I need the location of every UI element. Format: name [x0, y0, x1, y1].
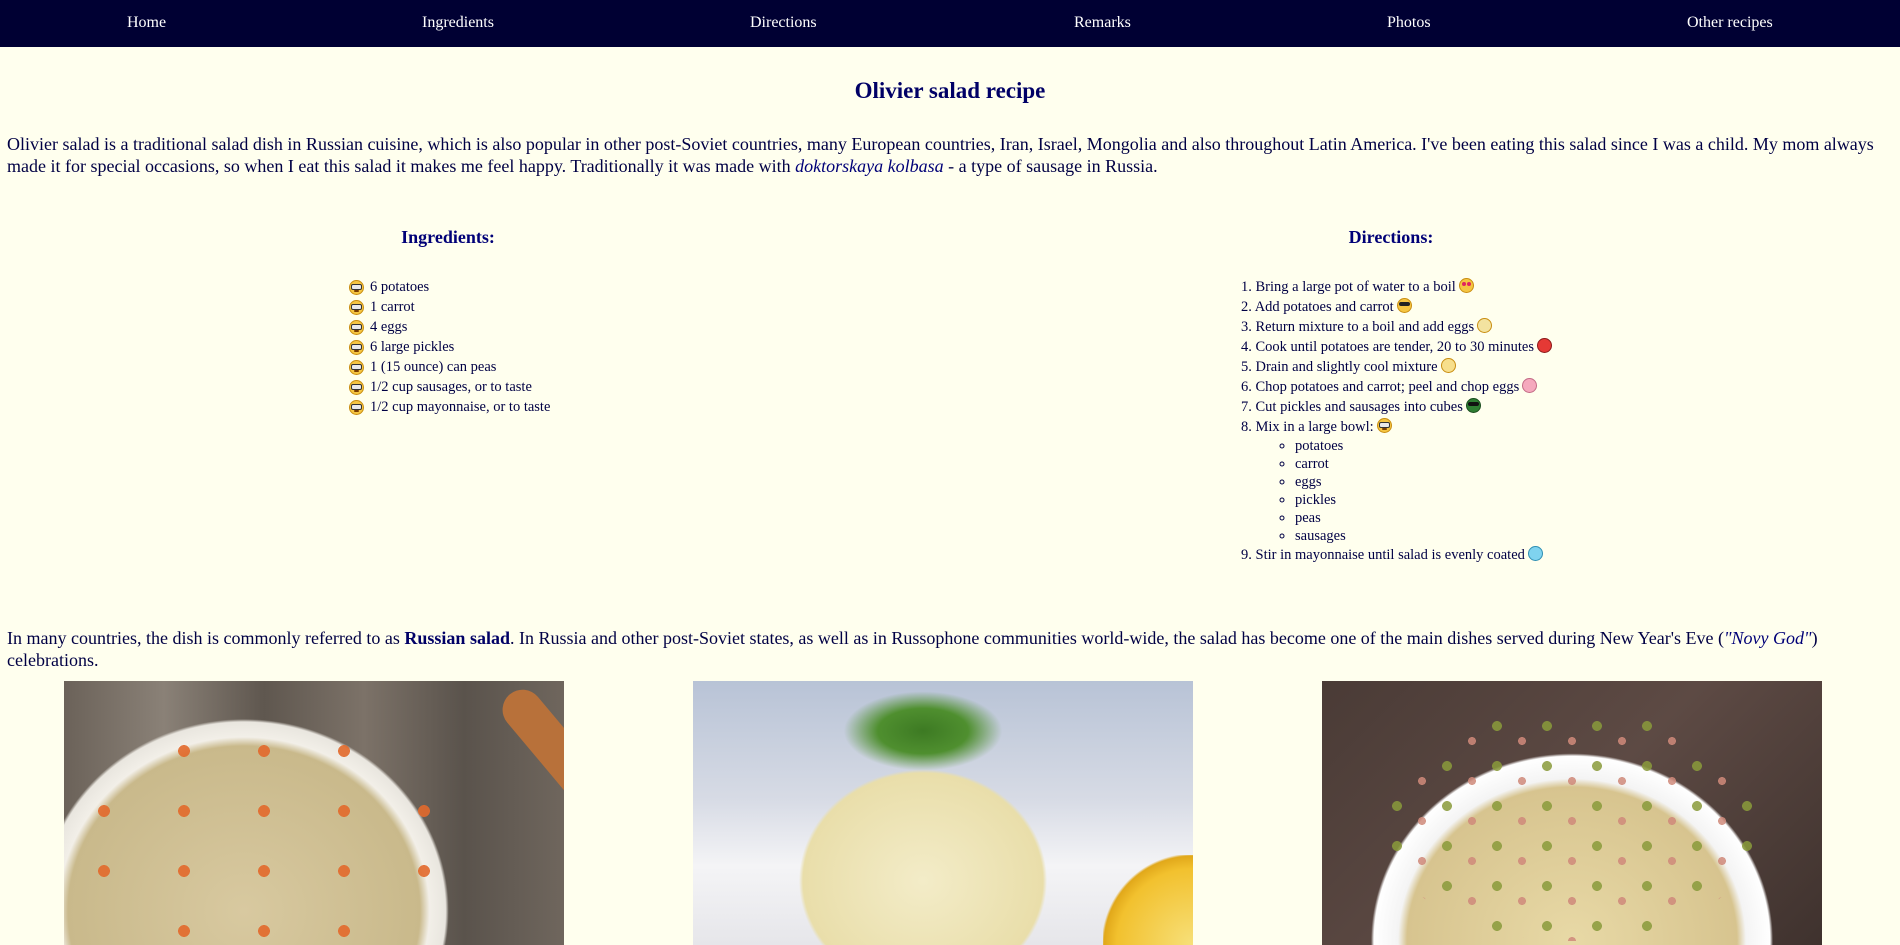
bowl-item: potatoes: [1295, 437, 1552, 455]
ingredient-text: 6 potatoes: [370, 279, 430, 295]
ingredient-text: 1 carrot: [370, 299, 415, 315]
ingredient-item: 1/2 cup mayonnaise, or to taste: [349, 397, 550, 417]
step-text: 5. Drain and slightly cool mixture: [1241, 359, 1438, 375]
salad-texture: [84, 721, 444, 945]
bowl-item: peas: [1295, 509, 1552, 527]
step-text: 3. Return mixture to a boil and add eggs: [1241, 319, 1475, 335]
dill-garnish: [843, 691, 1003, 771]
salad-peas-texture: [1382, 711, 1762, 941]
intro-paragraph: Olivier salad is a traditional salad dis…: [7, 133, 1897, 177]
salad-photo-plated: [693, 681, 1193, 945]
ingredient-item: 6 large pickles: [349, 337, 550, 357]
ingredient-item: 6 potatoes: [349, 277, 550, 297]
sunglasses-face-icon: [1396, 298, 1412, 313]
bowl-item: pickles: [1295, 491, 1552, 509]
step-text: 1. Bring a large pot of water to a boil: [1241, 279, 1456, 295]
nav-ingredients-link[interactable]: Ingredients: [422, 14, 494, 32]
nav-home-link[interactable]: Home: [127, 14, 166, 32]
remarks-text-middle: . In Russia and other post-Soviet states…: [509, 628, 1724, 648]
ingredient-item: 1/2 cup sausages, or to taste: [349, 377, 550, 397]
ingredients-list: 6 potatoes 1 carrot 4 eggs 6 large pickl…: [349, 277, 550, 417]
intro-text-end: - a type of sausage in Russia.: [943, 156, 1158, 176]
nav-remarks-link[interactable]: Remarks: [1074, 14, 1131, 32]
nav-other-recipes-link[interactable]: Other recipes: [1687, 14, 1773, 32]
direction-step: 3. Return mixture to a boil and add eggs: [1241, 317, 1552, 337]
bowl-item: sausages: [1295, 527, 1552, 545]
nerd-face-icon: [1376, 418, 1392, 433]
directions-heading: Directions:: [1348, 227, 1434, 247]
step-text: 2. Add potatoes and carrot: [1241, 299, 1394, 315]
nerd-face-icon: [349, 339, 364, 355]
wooden-spoon: [494, 681, 564, 861]
direction-step: 4. Cook until potatoes are tender, 20 to…: [1241, 337, 1552, 357]
pig-face-icon: [1522, 378, 1538, 393]
ingredient-item: 1 (15 ounce) can peas: [349, 357, 550, 377]
step-text: 8. Mix in a large bowl:: [1241, 419, 1374, 435]
step-text: 6. Chop potatoes and carrot; peel and ch…: [1241, 379, 1520, 395]
direction-step: 1. Bring a large pot of water to a boil: [1241, 277, 1552, 297]
ingredients-heading: Ingredients:: [401, 227, 495, 247]
dizzy-face-icon: [1440, 358, 1456, 373]
russian-salad-term: Russian salad: [404, 628, 510, 648]
ingredient-text: 6 large pickles: [370, 339, 455, 355]
nerd-face-icon: [349, 399, 364, 415]
nerd-face-icon: [349, 279, 364, 295]
bowl-items-list: potatoes carrot eggs pickles peas sausag…: [1241, 437, 1552, 545]
remarks-text-start: In many countries, the dish is commonly …: [7, 628, 405, 648]
salad-photo-bowl: [64, 681, 564, 945]
ingredient-item: 1 carrot: [349, 297, 550, 317]
step-text: 7. Cut pickles and sausages into cubes: [1241, 399, 1463, 415]
direction-step: 5. Drain and slightly cool mixture: [1241, 357, 1552, 377]
salad-photo-plate: [1322, 681, 1822, 945]
remarks-paragraph: In many countries, the dish is commonly …: [7, 627, 1897, 671]
nav-photos-link[interactable]: Photos: [1387, 14, 1431, 32]
heart-eyes-icon: [1458, 278, 1474, 293]
angry-devil-icon: [1537, 338, 1552, 353]
bowl-item: carrot: [1295, 455, 1552, 473]
lemon-slice: [1103, 855, 1193, 945]
directions-list: 1. Bring a large pot of water to a boil …: [1241, 277, 1552, 565]
ingredient-text: 4 eggs: [370, 319, 408, 335]
nerd-face-icon: [349, 359, 364, 375]
ingredient-text: 1 (15 ounce) can peas: [370, 359, 497, 375]
direction-step: 7. Cut pickles and sausages into cubes: [1241, 397, 1552, 417]
nerd-face-icon: [349, 379, 364, 395]
nerd-face-icon: [349, 299, 364, 315]
cold-face-icon: [1527, 546, 1543, 561]
page-title: Olivier salad recipe: [854, 78, 1046, 103]
ingredient-text: 1/2 cup mayonnaise, or to taste: [370, 399, 551, 415]
direction-step: 2. Add potatoes and carrot: [1241, 297, 1552, 317]
step-text: 9. Stir in mayonnaise until salad is eve…: [1241, 547, 1525, 563]
direction-step: 9. Stir in mayonnaise until salad is eve…: [1241, 545, 1552, 565]
nav-directions-link[interactable]: Directions: [750, 14, 817, 32]
direction-step: 6. Chop potatoes and carrot; peel and ch…: [1241, 377, 1552, 397]
ingredient-item: 4 eggs: [349, 317, 550, 337]
bowl-item: eggs: [1295, 473, 1552, 491]
step-text: 4. Cook until potatoes are tender, 20 to…: [1241, 339, 1534, 355]
ingredient-text: 1/2 cup sausages, or to taste: [370, 379, 532, 395]
top-navigation: Home Ingredients Directions Remarks Phot…: [0, 0, 1900, 47]
direction-step: 8. Mix in a large bowl: potatoes carrot …: [1241, 417, 1552, 545]
green-cool-face-icon: [1465, 398, 1481, 413]
nerd-face-icon: [349, 319, 364, 335]
pale-face-icon: [1477, 318, 1493, 333]
doktorskaya-kolbasa-link[interactable]: doktorskaya kolbasa: [795, 156, 943, 176]
novy-god-term: "Novy God": [1723, 628, 1812, 648]
